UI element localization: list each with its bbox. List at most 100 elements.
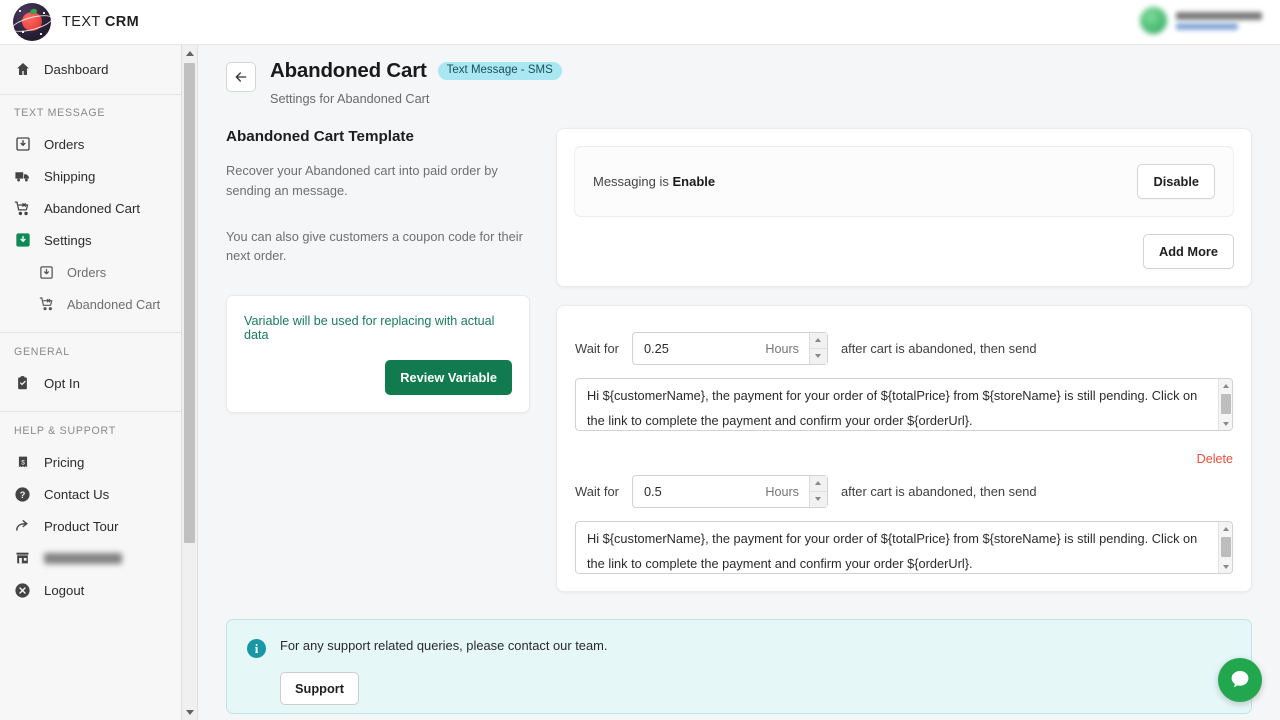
sidebar-item-label: Dashboard — [44, 62, 109, 77]
sidebar-item-label: Opt In — [44, 376, 80, 391]
scroll-down-arrow-icon[interactable] — [182, 704, 197, 720]
sidebar-item-abandoned-cart[interactable]: Abandoned Cart — [0, 192, 197, 224]
status-badge: Text Message - SMS — [438, 62, 562, 81]
sidebar-item-label: Contact Us — [44, 487, 109, 502]
wait-hours-value[interactable]: 0.25 — [633, 341, 765, 356]
profile-name-redacted — [1176, 12, 1262, 20]
sidebar-item-pricing[interactable]: $ Pricing — [0, 446, 197, 478]
stepper-up-icon[interactable] — [810, 333, 827, 349]
message-textarea-1[interactable]: Hi ${customerName}, the payment for your… — [575, 378, 1233, 431]
stepper-arrows[interactable] — [809, 333, 827, 364]
stepper-arrows[interactable] — [809, 476, 827, 507]
left-column: Abandoned Cart Template Recover your Aba… — [226, 128, 556, 592]
review-button-wrap: Review Variable — [244, 360, 512, 395]
svg-text:$: $ — [21, 459, 25, 466]
scrollbar-thumb[interactable] — [1221, 394, 1231, 414]
stepper-up-icon[interactable] — [810, 476, 827, 492]
x-circle-icon — [14, 582, 31, 599]
scroll-down-arrow-icon[interactable] — [1219, 417, 1232, 430]
wait-block-2: Delete Wait for 0.5 Hours after cart — [557, 448, 1251, 591]
review-variable-button[interactable]: Review Variable — [385, 360, 512, 395]
home-icon — [14, 61, 31, 78]
scrollbar-thumb[interactable] — [184, 63, 195, 543]
add-more-wrap: Add More — [574, 234, 1234, 269]
support-button[interactable]: Support — [280, 672, 359, 705]
profile-subtitle-redacted — [1176, 23, 1238, 30]
sidebar: Dashboard TEXT MESSAGE Orders Shipping A… — [0, 45, 198, 720]
wait-hours-value[interactable]: 0.5 — [633, 484, 765, 499]
main-content: Abandoned Cart Text Message - SMS Settin… — [198, 45, 1280, 720]
sidebar-subitem-orders[interactable]: Orders — [0, 256, 197, 288]
wait-for-label: Wait for — [575, 484, 619, 499]
wait-block-1-inner: Wait for 0.25 Hours after cart is abando… — [557, 306, 1251, 448]
sidebar-item-label: Pricing — [44, 455, 84, 470]
sidebar-item-contact-us[interactable]: ? Contact Us — [0, 478, 197, 510]
sidebar-item-settings[interactable]: Settings — [0, 224, 197, 256]
brand-logo-area[interactable]: TEXT CRM — [0, 3, 139, 41]
sidebar-section-general: GENERAL — [0, 346, 197, 358]
add-more-button[interactable]: Add More — [1143, 234, 1234, 269]
scroll-down-arrow-icon[interactable] — [1219, 560, 1232, 573]
sidebar-item-store[interactable] — [0, 542, 197, 574]
messaging-status-text: Messaging is Enable — [593, 174, 715, 189]
wait-block-1: Wait for 0.25 Hours after cart is abando… — [556, 305, 1252, 592]
textarea-scrollbar[interactable] — [1218, 522, 1232, 573]
chat-widget-button[interactable] — [1218, 658, 1262, 702]
truck-icon — [14, 168, 31, 185]
sidebar-scrollbar[interactable] — [181, 45, 197, 720]
messaging-status-row: Messaging is Enable Disable — [593, 164, 1215, 199]
sidebar-item-dashboard[interactable]: Dashboard — [0, 53, 197, 85]
messaging-panel: Messaging is Enable Disable Add More — [556, 128, 1252, 287]
back-button[interactable] — [226, 62, 256, 92]
sidebar-subitem-abandoned-cart[interactable]: Abandoned Cart — [0, 288, 197, 320]
sidebar-item-label: Logout — [44, 583, 84, 598]
support-text: For any support related queries, please … — [280, 638, 607, 653]
stepper-down-icon[interactable] — [810, 349, 827, 365]
wait-for-label: Wait for — [575, 341, 619, 356]
page-subtitle: Settings for Abandoned Cart — [270, 92, 562, 106]
message-text[interactable]: Hi ${customerName}, the payment for your… — [576, 379, 1232, 431]
messaging-prefix: Messaging is — [593, 174, 672, 189]
wait-hours-stepper[interactable]: 0.25 Hours — [632, 332, 828, 365]
messaging-state: Enable — [672, 174, 715, 189]
sidebar-item-label: Product Tour — [44, 519, 119, 534]
right-column: Messaging is Enable Disable Add More Wai… — [556, 128, 1252, 592]
sidebar-item-shipping[interactable]: Shipping — [0, 160, 197, 192]
wait-hours-unit: Hours — [765, 485, 809, 499]
after-cart-text: after cart is abandoned, then send — [841, 341, 1037, 356]
sidebar-divider — [0, 411, 197, 412]
planet-tomato-logo-icon — [13, 3, 51, 41]
scroll-up-arrow-icon[interactable] — [1219, 379, 1232, 392]
clipboard-check-icon — [14, 375, 31, 392]
sidebar-item-orders[interactable]: Orders — [0, 128, 197, 160]
variable-card: Variable will be used for replacing with… — [226, 295, 530, 413]
brand-name: TEXT CRM — [62, 14, 139, 30]
chat-bubble-icon — [1228, 668, 1252, 692]
scroll-up-arrow-icon[interactable] — [1219, 522, 1232, 535]
cart-x-icon — [14, 200, 31, 217]
scroll-up-arrow-icon[interactable] — [182, 45, 197, 61]
sidebar-item-product-tour[interactable]: Product Tour — [0, 510, 197, 542]
sidebar-item-opt-in[interactable]: Opt In — [0, 367, 197, 399]
wait-hours-stepper[interactable]: 0.5 Hours — [632, 475, 828, 508]
message-text[interactable]: Hi ${customerName}, the payment for your… — [576, 522, 1232, 574]
scrollbar-thumb[interactable] — [1221, 537, 1231, 557]
page-title-row: Abandoned Cart Text Message - SMS — [270, 59, 562, 83]
receipt-dollar-icon: $ — [14, 454, 31, 471]
store-icon — [14, 550, 31, 567]
profile-menu[interactable] — [1140, 7, 1262, 34]
sidebar-item-label: Shipping — [44, 169, 95, 184]
template-paragraph-2: You can also give customers a coupon cod… — [226, 227, 530, 267]
delete-link[interactable]: Delete — [1197, 452, 1233, 466]
arrow-curve-icon — [14, 518, 31, 535]
page-title: Abandoned Cart — [270, 59, 427, 83]
after-cart-text: after cart is abandoned, then send — [841, 484, 1037, 499]
stepper-down-icon[interactable] — [810, 492, 827, 508]
page-header: Abandoned Cart Text Message - SMS Settin… — [198, 45, 1280, 106]
sidebar-item-label: Settings — [44, 233, 92, 248]
textarea-scrollbar[interactable] — [1218, 379, 1232, 430]
disable-button[interactable]: Disable — [1137, 164, 1215, 199]
message-textarea-2[interactable]: Hi ${customerName}, the payment for your… — [575, 521, 1233, 574]
wait-hours-unit: Hours — [765, 342, 809, 356]
sidebar-item-logout[interactable]: Logout — [0, 574, 197, 606]
